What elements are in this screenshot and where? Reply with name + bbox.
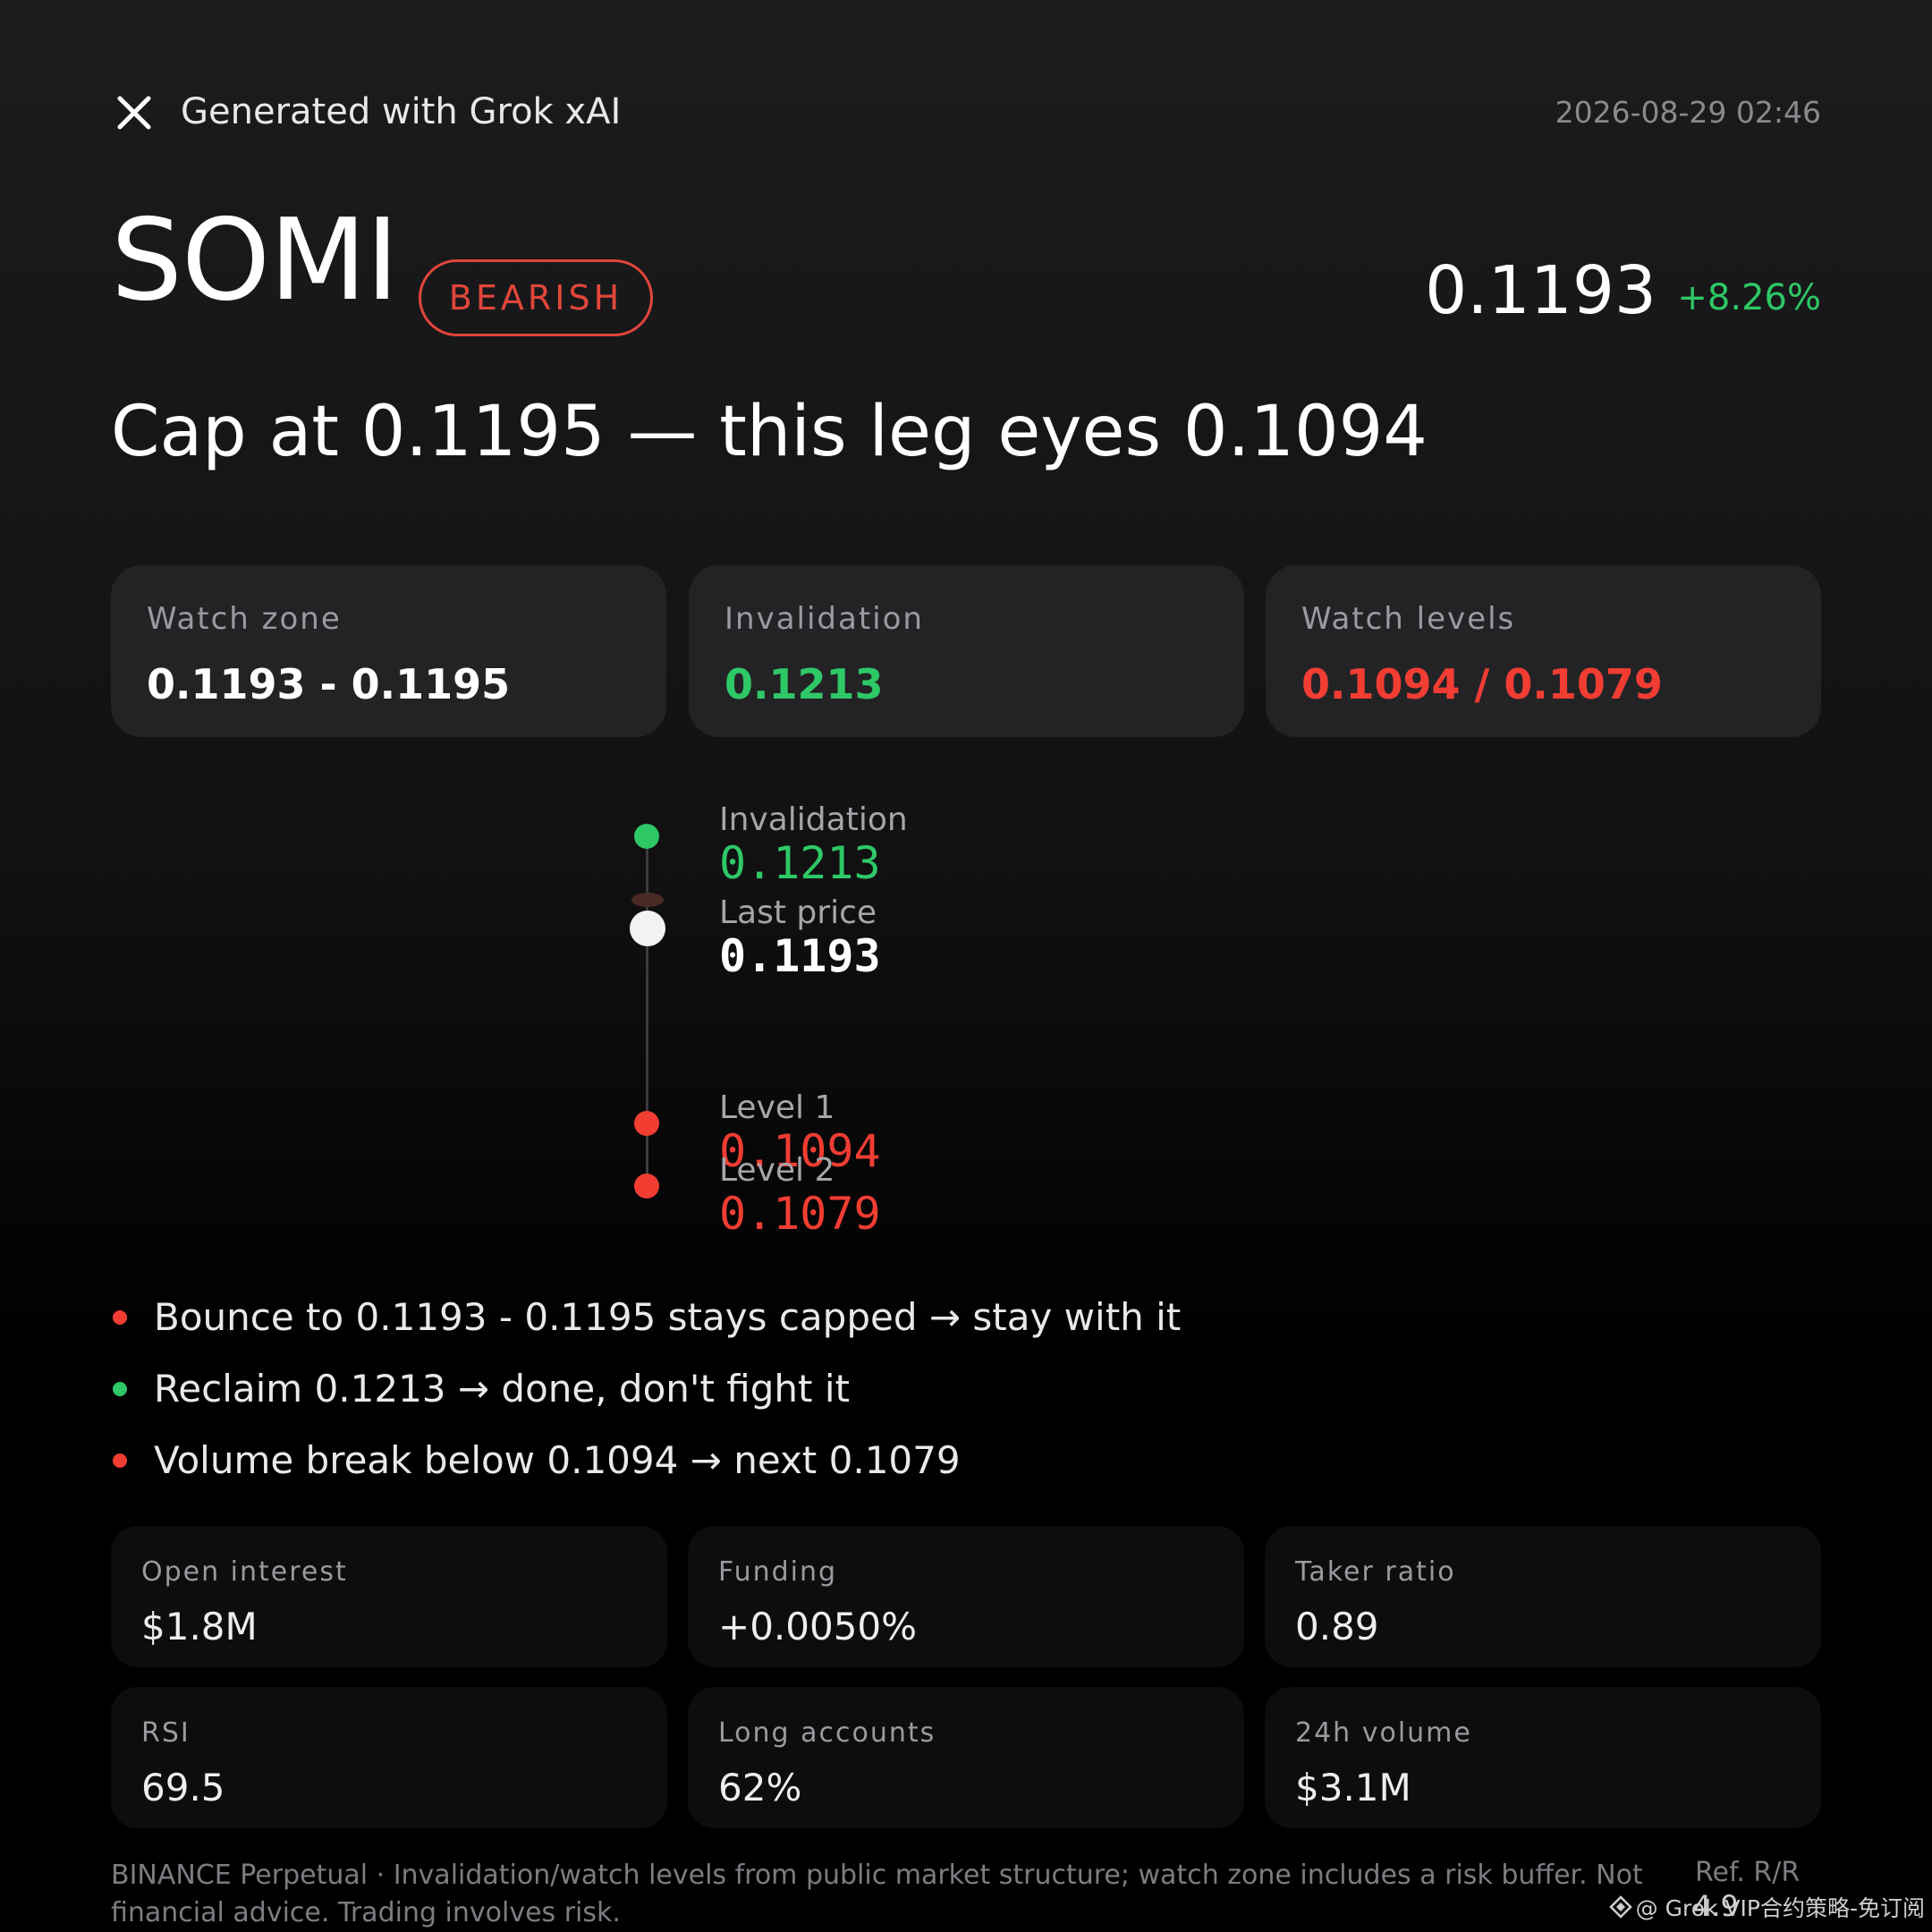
bullet-text: Volume break below 0.1094 → next 0.1079 <box>154 1438 961 1482</box>
stat-card-rsi: RSI 69.5 <box>111 1687 667 1828</box>
bullet-item: Reclaim 0.1213 → done, don't fight it <box>111 1367 850 1411</box>
timestamp: 2026-08-29 02:46 <box>1555 95 1821 130</box>
watch-levels-card: Watch levels 0.1094 / 0.1079 <box>1266 565 1821 737</box>
bullet-item: Bounce to 0.1193 - 0.1195 stays capped →… <box>111 1295 1181 1339</box>
stat-card-funding: Funding +0.0050% <box>688 1526 1244 1667</box>
stat-card-24h-volume: 24h volume $3.1M <box>1265 1687 1821 1828</box>
stat-label: Taker ratio <box>1295 1556 1456 1588</box>
ladder-label: Level 1 <box>719 1089 835 1126</box>
watermark: @ Grok VIP合约策略-免订阅 <box>1608 1891 1925 1923</box>
card-label: Invalidation <box>724 601 924 637</box>
last-price: 0.1193 <box>1425 252 1657 329</box>
ladder-label: Level 2 <box>719 1152 835 1189</box>
stat-value: +0.0050% <box>718 1605 918 1648</box>
stat-value: 69.5 <box>141 1766 225 1809</box>
stat-card-open-interest: Open interest $1.8M <box>111 1526 667 1667</box>
level-1-marker <box>634 1111 659 1136</box>
invalidation-card: Invalidation 0.1213 <box>689 565 1244 737</box>
stat-label: Funding <box>718 1556 838 1588</box>
card-label: Watch zone <box>147 601 342 637</box>
ladder-value: 0.1079 <box>719 1188 881 1240</box>
stat-label: Long accounts <box>718 1717 936 1749</box>
card-value: 0.1193 - 0.1195 <box>147 660 511 708</box>
bullet-dot <box>113 1453 127 1468</box>
bullet-text: Reclaim 0.1213 → done, don't fight it <box>154 1367 850 1411</box>
ladder-label: Invalidation <box>719 801 908 838</box>
ladder-value: 0.1193 <box>719 930 881 982</box>
disclaimer: BINANCE Perpetual · Invalidation/watch l… <box>111 1860 1643 1928</box>
diamond-logo-icon <box>1608 1895 1632 1919</box>
ladder-label: Last price <box>719 894 877 931</box>
stat-value: 62% <box>718 1766 802 1809</box>
level-2-marker <box>634 1174 659 1199</box>
stat-label: RSI <box>141 1717 191 1749</box>
watermark-text: @ Grok VIP合约策略-免订阅 <box>1635 1895 1925 1921</box>
price-change: +8.26% <box>1677 277 1821 318</box>
card-value: 0.1094 / 0.1079 <box>1301 660 1663 708</box>
bullet-item: Volume break below 0.1094 → next 0.1079 <box>111 1438 961 1482</box>
stat-card-long-accounts: Long accounts 62% <box>688 1687 1244 1828</box>
headline: Cap at 0.1195 — this leg eyes 0.1094 <box>111 392 1428 472</box>
bullet-dot <box>113 1309 127 1325</box>
stat-value: 0.89 <box>1295 1605 1379 1648</box>
last-price-marker <box>630 911 665 946</box>
bullet-dot <box>113 1381 127 1396</box>
close-button[interactable] <box>111 89 157 136</box>
ticker-symbol: SOMI <box>111 194 399 326</box>
close-icon <box>117 96 151 130</box>
stat-label: 24h volume <box>1295 1717 1472 1749</box>
card-value: 0.1213 <box>724 660 884 708</box>
last-price-glow <box>631 893 664 907</box>
invalidation-marker <box>634 824 659 849</box>
stat-value: $3.1M <box>1295 1766 1411 1809</box>
ladder-value: 0.1213 <box>719 837 881 889</box>
stat-value: $1.8M <box>141 1605 258 1648</box>
card-label: Watch levels <box>1301 601 1516 637</box>
stat-label: Open interest <box>141 1556 348 1588</box>
ref-rr-label: Ref. R/R <box>1695 1857 1801 1888</box>
bullet-text: Bounce to 0.1193 - 0.1195 stays capped →… <box>154 1295 1182 1339</box>
header-title: Generated with Grok xAI <box>181 91 622 132</box>
stat-card-taker-ratio: Taker ratio 0.89 <box>1265 1526 1821 1667</box>
watch-zone-card: Watch zone 0.1193 - 0.1195 <box>111 565 666 737</box>
sentiment-badge: BEARISH <box>419 259 653 336</box>
